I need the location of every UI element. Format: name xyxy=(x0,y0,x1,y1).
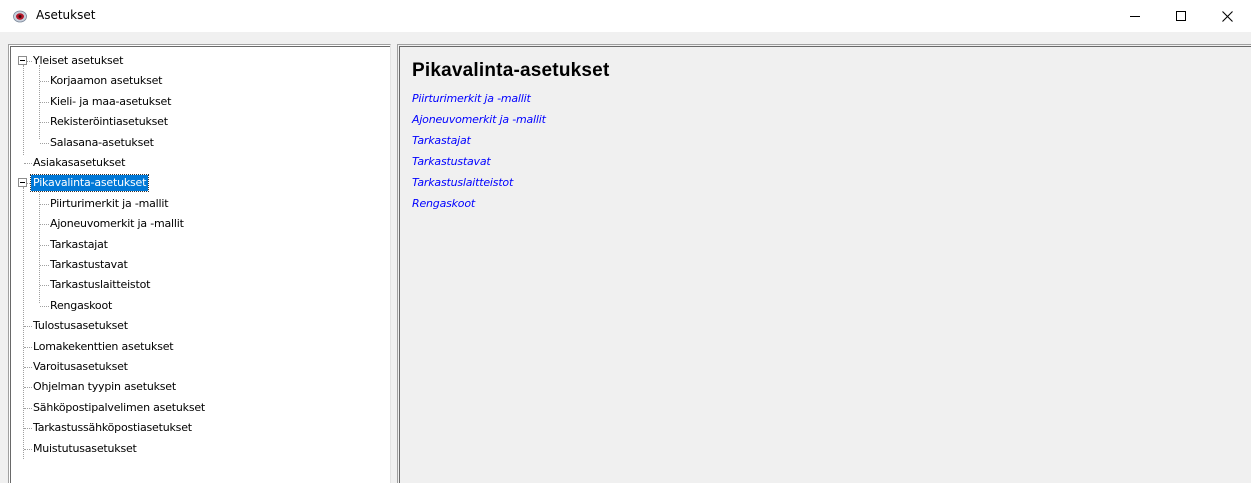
link-rengaskoot[interactable]: Rengaskoot xyxy=(412,193,546,214)
maximize-button[interactable] xyxy=(1158,0,1204,32)
window-title: Asetukset xyxy=(36,8,96,22)
tree-item-label: Tarkastustavat xyxy=(50,258,128,271)
tree-item-sahkopostipalvelimen-asetukset[interactable]: Sähköpostipalvelimen asetukset xyxy=(31,398,207,418)
tree-item-label: Rekisteröintiasetukset xyxy=(50,115,168,129)
quick-select-link-list: Piirturimerkit ja -mallit Ajoneuvomerkit… xyxy=(412,88,546,214)
tree-item-label: Tarkastajat xyxy=(50,237,108,251)
tree-item-tulostusasetukset[interactable]: Tulostusasetukset xyxy=(31,316,130,336)
tree-connector xyxy=(23,65,24,155)
minimize-button[interactable] xyxy=(1112,0,1158,32)
window-client-area: Yleiset asetukset Korjaamon asetukset Kiel… xyxy=(0,32,1251,483)
tree-item-label: Tulostusasetukset xyxy=(33,319,128,333)
tree-item-rengaskoot[interactable]: Rengaskoot xyxy=(48,296,114,316)
title-bar: Asetukset xyxy=(0,0,1251,32)
tree-item-ohjelman-tyypin-asetukset[interactable]: Ohjelman tyypin asetukset xyxy=(31,377,178,397)
collapse-minus-icon[interactable] xyxy=(18,178,27,188)
link-tarkastajat[interactable]: Tarkastajat xyxy=(412,130,546,151)
tree-item-pikavalinta-asetukset[interactable]: Pikavalinta-asetukset xyxy=(29,173,150,193)
tree-item-salasana-asetukset[interactable]: Salasana-asetukset xyxy=(48,133,156,153)
tree-item-label: Kieli- ja maa-asetukset xyxy=(50,94,172,108)
tree-item-lomakekenttien-asetukset[interactable]: Lomakekenttien asetukset xyxy=(31,337,175,357)
tree-item-label: Ohjelman tyypin asetukset xyxy=(33,380,176,394)
link-ajoneuvomerkit[interactable]: Ajoneuvomerkit ja -mallit xyxy=(412,109,546,130)
tree-item-tarkastajat[interactable]: Tarkastajat xyxy=(48,235,110,255)
tree-item-korjaamon-asetukset[interactable]: Korjaamon asetukset xyxy=(48,71,164,91)
settings-tree[interactable]: Yleiset asetukset Korjaamon asetukset Kiel… xyxy=(8,44,391,483)
tree-item-asiakasasetukset[interactable]: Asiakasasetukset xyxy=(31,153,127,173)
tree-item-label: Pikavalinta-asetukset xyxy=(29,174,150,193)
tree-item-label: Varoitusasetukset xyxy=(33,360,128,373)
tree-item-label: Tarkastussähköpostiasetukset xyxy=(33,421,192,435)
close-icon xyxy=(1221,10,1233,22)
tree-item-kieli-ja-maa-asetukset[interactable]: Kieli- ja maa-asetukset xyxy=(48,92,173,112)
tree-item-label: Salasana-asetukset xyxy=(50,135,154,149)
tree-item-tarkastussahkopostiasetukset[interactable]: Tarkastussähköpostiasetukset xyxy=(31,418,194,438)
tree-item-piirturimerkit-ja-mallit[interactable]: Piirturimerkit ja -mallit xyxy=(48,194,170,214)
tree-item-tarkastustavat[interactable]: Tarkastustavat xyxy=(48,255,130,275)
settings-content-panel: Pikavalinta-asetukset Piirturimerkit ja … xyxy=(397,44,1251,483)
tree-item-label: Asiakasasetukset xyxy=(33,156,126,169)
panel-heading: Pikavalinta-asetukset xyxy=(412,60,610,81)
red-eye-icon xyxy=(13,10,27,23)
tree-item-label: Rengaskoot xyxy=(50,298,113,312)
content-panel-frame: Pikavalinta-asetukset Piirturimerkit ja … xyxy=(399,46,1251,483)
link-tarkastuslaitteistot[interactable]: Tarkastuslaitteistot xyxy=(412,172,546,193)
tree-item-label: Lomakekenttien asetukset xyxy=(33,339,174,353)
tree-item-label: Tarkastuslaitteistot xyxy=(50,278,151,292)
tree-connector xyxy=(23,187,24,459)
maximize-icon xyxy=(1176,11,1186,21)
tree-item-yleiset-asetukset[interactable]: Yleiset asetukset xyxy=(31,51,125,71)
tree-item-label: Piirturimerkit ja -mallit xyxy=(50,196,169,210)
tree-item-tarkastuslaitteistot[interactable]: Tarkastuslaitteistot xyxy=(48,275,152,295)
minimize-icon xyxy=(1130,16,1140,17)
tree-view-content: Yleiset asetukset Korjaamon asetukset Kiel… xyxy=(10,46,390,483)
tree-item-muistutusasetukset[interactable]: Muistutusasetukset xyxy=(31,439,139,459)
tree-item-varoitusasetukset[interactable]: Varoitusasetukset xyxy=(31,357,130,377)
tree-item-rekisterointiasetukset[interactable]: Rekisteröintiasetukset xyxy=(48,112,170,132)
collapse-minus-icon[interactable] xyxy=(18,56,27,65)
close-button[interactable] xyxy=(1204,0,1250,32)
tree-item-label: Korjaamon asetukset xyxy=(50,74,163,88)
link-tarkastustavat[interactable]: Tarkastustavat xyxy=(412,151,546,172)
link-piirturimerkit[interactable]: Piirturimerkit ja -mallit xyxy=(412,88,546,109)
tree-item-label: Ajoneuvomerkit ja -mallit xyxy=(50,217,184,231)
tree-item-label: Muistutusasetukset xyxy=(33,441,137,455)
tree-item-label: Sähköpostipalvelimen asetukset xyxy=(33,400,206,414)
tree-item-label: Yleiset asetukset xyxy=(33,54,124,67)
tree-item-ajoneuvomerkit-ja-mallit[interactable]: Ajoneuvomerkit ja -mallit xyxy=(48,214,186,234)
